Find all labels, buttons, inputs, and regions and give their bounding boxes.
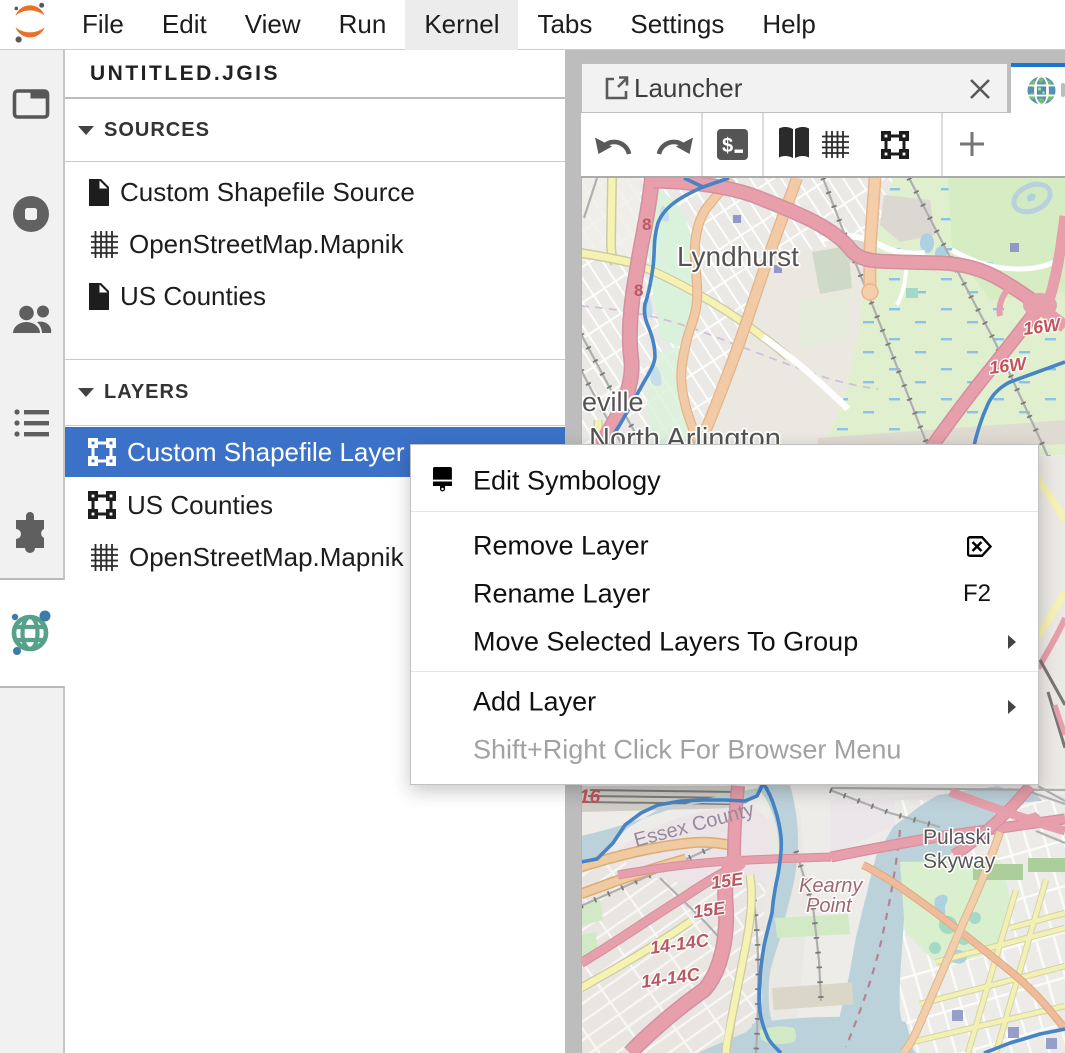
svg-text:$: $: [722, 135, 733, 157]
